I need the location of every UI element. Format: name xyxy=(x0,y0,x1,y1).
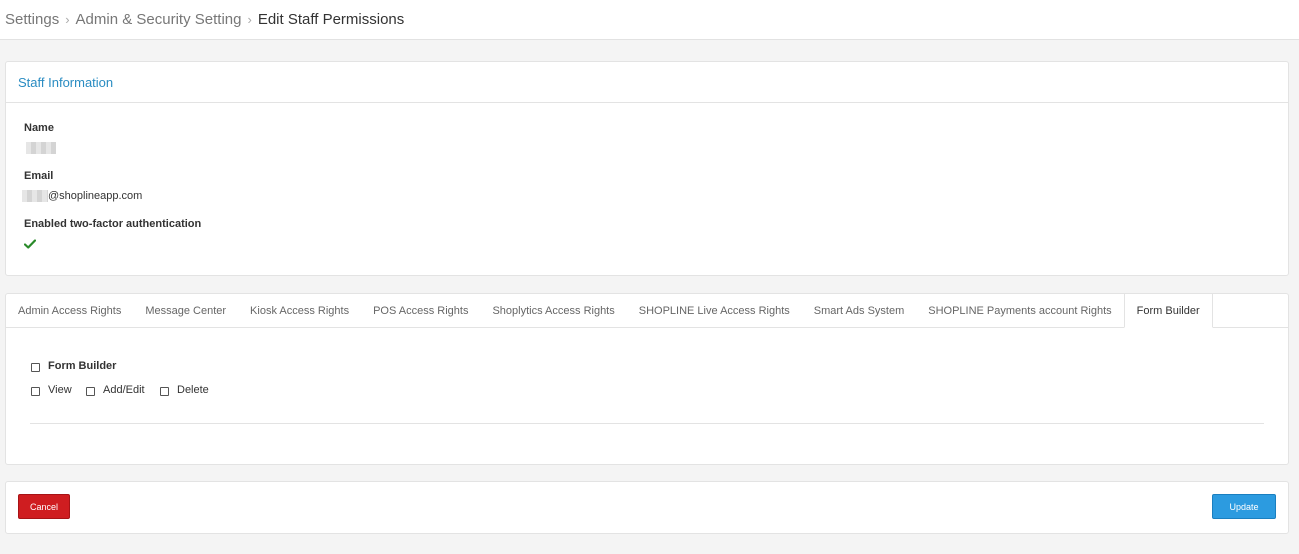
tab-shoplytics-access-rights[interactable]: Shoplytics Access Rights xyxy=(480,294,626,327)
view-checkbox[interactable] xyxy=(31,387,40,396)
form-builder-checkbox[interactable] xyxy=(31,363,40,372)
add-edit-label: Add/Edit xyxy=(103,384,145,396)
action-bar: Cancel Update xyxy=(5,481,1289,534)
chevron-right-icon: › xyxy=(65,12,70,27)
tab-kiosk-access-rights[interactable]: Kiosk Access Rights xyxy=(238,294,361,327)
email-label: Email xyxy=(24,170,54,182)
tab-pos-access-rights[interactable]: POS Access Rights xyxy=(361,294,480,327)
cancel-button[interactable]: Cancel xyxy=(18,494,70,519)
tab-smart-ads-system[interactable]: Smart Ads System xyxy=(802,294,916,327)
chevron-right-icon: › xyxy=(247,12,252,27)
checkmark-icon xyxy=(24,239,36,249)
staff-info-panel: Staff Information Name Email @shoplineap… xyxy=(5,61,1289,276)
view-label: View xyxy=(48,384,72,396)
update-button[interactable]: Update xyxy=(1212,494,1276,519)
breadcrumb: Settings › Admin & Security Setting › Ed… xyxy=(0,0,1299,40)
breadcrumb-admin-security[interactable]: Admin & Security Setting xyxy=(76,11,242,28)
permissions-panel: Admin Access Rights Message Center Kiosk… xyxy=(5,293,1289,465)
breadcrumb-settings[interactable]: Settings xyxy=(5,11,59,28)
delete-label: Delete xyxy=(177,384,209,396)
tab-message-center[interactable]: Message Center xyxy=(133,294,238,327)
name-label: Name xyxy=(24,122,54,134)
two-factor-label: Enabled two-factor authentication xyxy=(24,218,202,230)
tab-admin-access-rights[interactable]: Admin Access Rights xyxy=(6,294,133,327)
delete-checkbox[interactable] xyxy=(160,387,169,396)
tab-form-builder[interactable]: Form Builder xyxy=(1123,294,1213,328)
staff-info-title: Staff Information xyxy=(18,74,114,90)
email-user-redacted xyxy=(22,190,48,202)
divider xyxy=(30,423,1264,424)
email-value: @shoplineapp.com xyxy=(48,190,143,202)
breadcrumb-current: Edit Staff Permissions xyxy=(257,11,405,28)
permission-tabs: Admin Access Rights Message Center Kiosk… xyxy=(6,294,1288,328)
tab-shopline-live-access-rights[interactable]: SHOPLINE Live Access Rights xyxy=(627,294,802,327)
name-value-redacted xyxy=(26,142,56,154)
tab-shopline-payments-account-rights[interactable]: SHOPLINE Payments account Rights xyxy=(916,294,1123,327)
staff-info-heading: Staff Information xyxy=(6,62,1288,103)
form-builder-label: Form Builder xyxy=(48,360,117,372)
add-edit-checkbox[interactable] xyxy=(86,387,95,396)
